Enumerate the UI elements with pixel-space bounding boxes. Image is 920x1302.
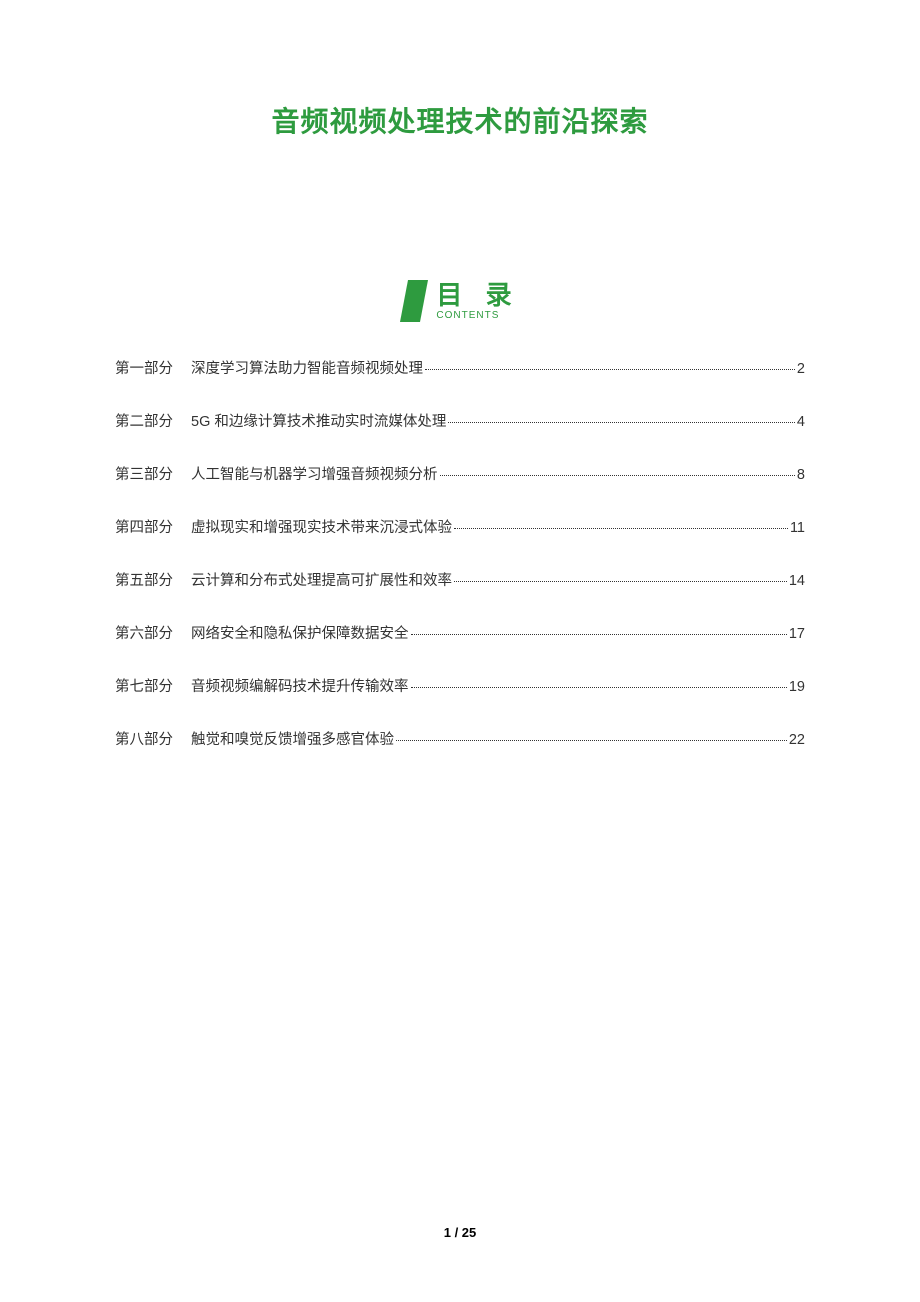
toc-part-label: 第六部分 bbox=[115, 622, 173, 643]
toc-leader-dots bbox=[448, 422, 795, 423]
toc-leader-dots bbox=[440, 475, 795, 476]
document-title: 音频视频处理技术的前沿探索 bbox=[115, 100, 805, 140]
toc-part-label: 第七部分 bbox=[115, 675, 173, 696]
toc-leader-dots bbox=[425, 369, 795, 370]
toc-list: 第一部分 深度学习算法助力智能音频视频处理 2 第二部分 5G 和边缘计算技术推… bbox=[115, 357, 805, 749]
toc-page-number: 11 bbox=[790, 520, 805, 536]
toc-title-wrap: 目 录 CONTENTS bbox=[436, 282, 519, 321]
toc-item: 第一部分 深度学习算法助力智能音频视频处理 2 bbox=[115, 357, 805, 378]
toc-parallelogram-icon bbox=[400, 280, 428, 322]
toc-item: 第五部分 云计算和分布式处理提高可扩展性和效率 14 bbox=[115, 569, 805, 590]
toc-page-number: 4 bbox=[797, 414, 805, 430]
toc-leader-dots bbox=[411, 634, 787, 635]
toc-leader-dots bbox=[411, 687, 787, 688]
toc-item: 第八部分 触觉和嗅觉反馈增强多感官体验 22 bbox=[115, 728, 805, 749]
total-pages: 25 bbox=[462, 1225, 476, 1240]
toc-page-number: 22 bbox=[789, 732, 805, 748]
toc-item: 第二部分 5G 和边缘计算技术推动实时流媒体处理 4 bbox=[115, 410, 805, 431]
toc-page-number: 14 bbox=[789, 573, 805, 589]
toc-item: 第六部分 网络安全和隐私保护保障数据安全 17 bbox=[115, 622, 805, 643]
toc-part-label: 第二部分 bbox=[115, 410, 173, 431]
toc-header: 目 录 CONTENTS bbox=[115, 280, 805, 322]
toc-page-number: 8 bbox=[797, 467, 805, 483]
toc-page-number: 2 bbox=[797, 361, 805, 377]
toc-part-label: 第三部分 bbox=[115, 463, 173, 484]
toc-item: 第七部分 音频视频编解码技术提升传输效率 19 bbox=[115, 675, 805, 696]
toc-page-number: 19 bbox=[789, 679, 805, 695]
toc-page-number: 17 bbox=[789, 626, 805, 642]
toc-chapter-title: 触觉和嗅觉反馈增强多感官体验 bbox=[191, 728, 394, 749]
toc-part-label: 第五部分 bbox=[115, 569, 173, 590]
toc-leader-dots bbox=[454, 528, 788, 529]
document-page: 音频视频处理技术的前沿探索 目 录 CONTENTS 第一部分 深度学习算法助力… bbox=[0, 0, 920, 749]
toc-chapter-title: 云计算和分布式处理提高可扩展性和效率 bbox=[191, 569, 452, 590]
page-separator: / bbox=[451, 1225, 462, 1240]
toc-chapter-title: 深度学习算法助力智能音频视频处理 bbox=[191, 357, 423, 378]
toc-heading: 目 录 bbox=[436, 282, 519, 308]
toc-leader-dots bbox=[396, 740, 787, 741]
toc-chapter-title: 5G 和边缘计算技术推动实时流媒体处理 bbox=[191, 410, 446, 431]
current-page-number: 1 bbox=[444, 1225, 451, 1240]
toc-part-label: 第四部分 bbox=[115, 516, 173, 537]
toc-chapter-title: 网络安全和隐私保护保障数据安全 bbox=[191, 622, 409, 643]
toc-part-label: 第八部分 bbox=[115, 728, 173, 749]
toc-chapter-title: 人工智能与机器学习增强音频视频分析 bbox=[191, 463, 438, 484]
page-footer: 1 / 25 bbox=[0, 1225, 920, 1240]
toc-item: 第三部分 人工智能与机器学习增强音频视频分析 8 bbox=[115, 463, 805, 484]
toc-part-label: 第一部分 bbox=[115, 357, 173, 378]
toc-chapter-title: 音频视频编解码技术提升传输效率 bbox=[191, 675, 409, 696]
toc-item: 第四部分 虚拟现实和增强现实技术带来沉浸式体验 11 bbox=[115, 516, 805, 537]
toc-leader-dots bbox=[454, 581, 787, 582]
toc-subheading: CONTENTS bbox=[436, 310, 499, 321]
toc-chapter-title: 虚拟现实和增强现实技术带来沉浸式体验 bbox=[191, 516, 452, 537]
